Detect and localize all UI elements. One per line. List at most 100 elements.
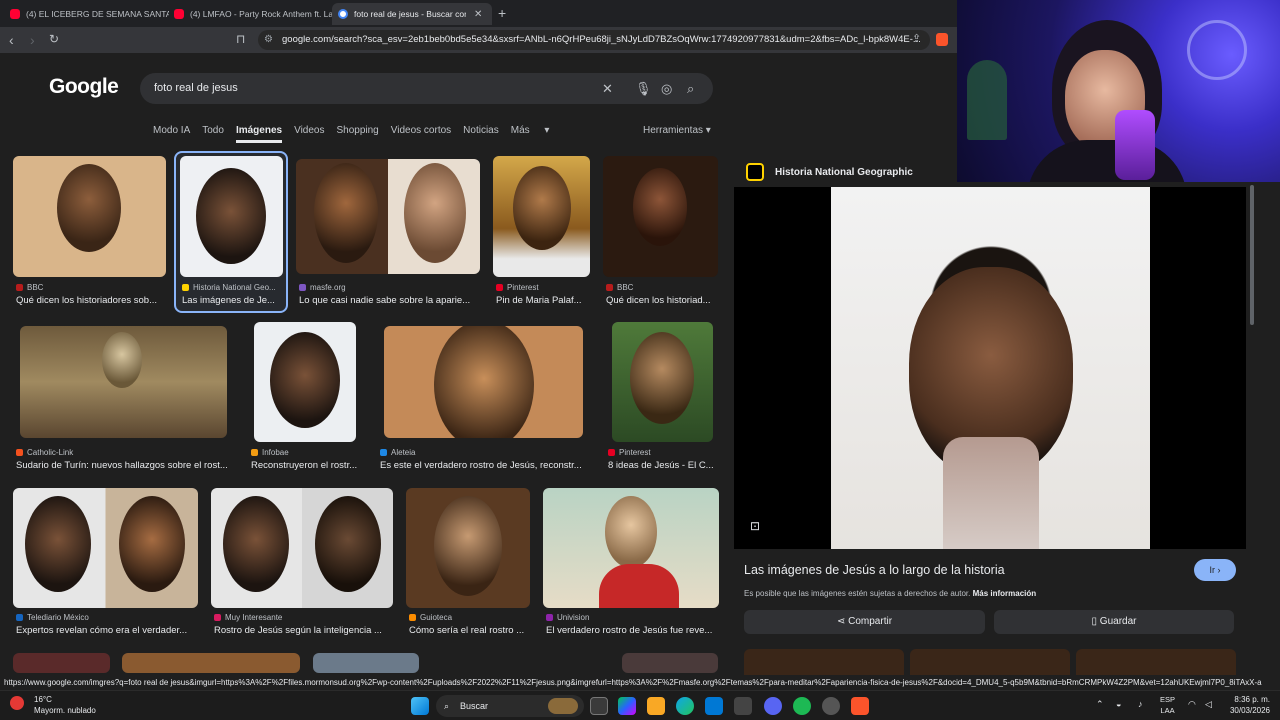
result-title[interactable]: Reconstruyeron el rostr... (251, 460, 361, 471)
site-settings-icon[interactable]: ⚙ (264, 30, 273, 50)
tab-mas[interactable]: Más ▾ (511, 125, 550, 143)
preview-source[interactable]: Historia National Geographic (746, 163, 913, 181)
discord-icon[interactable] (764, 697, 782, 715)
result-title[interactable]: Qué dicen los historiad... (606, 295, 718, 306)
store-icon[interactable] (734, 697, 752, 715)
search-box[interactable]: foto real de jesus ✕ 🎙 ◎ ⌕ (140, 73, 713, 104)
tab-todo[interactable]: Todo (202, 125, 224, 143)
task-view-icon[interactable] (590, 697, 608, 715)
new-tab-icon[interactable]: + (498, 5, 506, 21)
related-image[interactable] (744, 649, 904, 675)
result-source: Muy Interesante (214, 613, 394, 622)
tray-chevron-icon[interactable]: ⌃ (1096, 699, 1104, 710)
search-icon[interactable]: ⌕ (687, 73, 694, 104)
result-title[interactable]: Rostro de Jesús según la inteligencia ..… (214, 625, 394, 636)
address-bar[interactable]: ⚙ google.com/search?sca_esv=2eb1beb0bd5e… (258, 30, 930, 50)
result-thumbnail[interactable] (180, 156, 283, 277)
share-button[interactable]: ⋖ Compartir (744, 610, 985, 634)
result-thumbnail[interactable] (122, 653, 300, 673)
related-image[interactable] (910, 649, 1070, 675)
lens-icon[interactable]: ◎ (661, 73, 672, 104)
browser-tab-active[interactable]: foto real de jesus - Buscar con G ✕ (332, 3, 492, 25)
preview-title[interactable]: Las imágenes de Jesús a lo largo de la h… (744, 563, 1005, 577)
result-thumbnail[interactable] (254, 322, 356, 442)
search-icon: ⌕ (444, 701, 450, 711)
copilot-icon[interactable] (618, 697, 636, 715)
result-thumbnail[interactable] (622, 653, 718, 673)
result-thumbnail[interactable] (13, 156, 166, 277)
tab-shopping[interactable]: Shopping (336, 125, 378, 143)
save-button[interactable]: ▯ Guardar (994, 610, 1234, 634)
clear-icon[interactable]: ✕ (602, 73, 613, 104)
edge-icon[interactable] (676, 697, 694, 715)
wifi-icon[interactable]: ◠ (1188, 699, 1196, 710)
result-title[interactable]: Qué dicen los historiadores sob... (16, 295, 166, 306)
related-image[interactable] (1076, 649, 1236, 675)
preview-image[interactable] (831, 187, 1150, 549)
file-explorer-icon[interactable] (647, 697, 665, 715)
clock[interactable]: 8:36 p. m. 30/03/2026 (1230, 694, 1270, 716)
result-title[interactable]: Las imágenes de Je... (182, 295, 282, 306)
result-thumbnail[interactable] (296, 159, 480, 274)
tab-title: (4) LMFAO - Party Rock Anthem ft. La (190, 9, 333, 19)
tab-imagenes[interactable]: Imágenes (235, 125, 283, 143)
preview-scrollbar[interactable] (1250, 185, 1254, 325)
volume-icon[interactable]: ◁ (1205, 699, 1212, 710)
weather-widget[interactable]: 16°C Mayorm. nublado (10, 694, 96, 716)
reload-icon[interactable]: ↻ (49, 32, 59, 46)
tools-button[interactable]: Herramientas ▾ (643, 125, 711, 136)
share-icon[interactable]: ⇪ (912, 32, 921, 45)
result-thumbnail[interactable] (211, 488, 393, 608)
visit-button[interactable]: Ir › (1194, 559, 1236, 581)
close-icon[interactable]: ✕ (474, 9, 482, 20)
windows-start-icon[interactable] (411, 697, 429, 715)
spotify-icon[interactable] (793, 697, 811, 715)
bookmark-icon[interactable]: ⊓ (236, 32, 245, 46)
tab-videos-cortos[interactable]: Videos cortos (391, 125, 451, 143)
tab-modo-ia[interactable]: Modo IA (153, 125, 190, 143)
visit-label: Ir (1209, 565, 1216, 575)
weather-icon (10, 696, 24, 710)
result-thumbnail[interactable] (603, 156, 718, 277)
result-thumbnail[interactable] (20, 326, 227, 438)
result-thumbnail[interactable] (612, 322, 713, 442)
outlook-icon[interactable] (705, 697, 723, 715)
result-title[interactable]: Sudario de Turín: nuevos hallazgos sobre… (16, 460, 232, 471)
result-title[interactable]: Es este el verdadero rostro de Jesús, re… (380, 460, 585, 471)
result-source: Catholic-Link (16, 448, 226, 457)
result-thumbnail[interactable] (13, 488, 198, 608)
brave-shield-icon[interactable] (936, 33, 948, 46)
browser-tab[interactable]: (4) LMFAO - Party Rock Anthem ft. La (168, 3, 333, 25)
result-title[interactable]: Pin de Maria Palaf... (496, 295, 588, 306)
brave-icon[interactable] (851, 697, 869, 715)
steam-icon[interactable] (822, 697, 840, 715)
taskbar-search[interactable]: ⌕ Buscar (436, 695, 584, 717)
copyright-note: Es posible que las imágenes estén sujeta… (744, 589, 1036, 598)
result-title[interactable]: El verdadero rostro de Jesús fue reve... (546, 625, 718, 636)
tab-noticias[interactable]: Noticias (463, 125, 499, 143)
forward-icon[interactable]: › (30, 32, 35, 48)
result-title[interactable]: Lo que casi nadie sabe sobre la aparie..… (299, 295, 479, 306)
result-thumbnail[interactable] (313, 653, 419, 673)
result-thumbnail[interactable] (406, 488, 530, 608)
result-thumbnail[interactable] (384, 326, 583, 438)
back-icon[interactable]: ‹ (9, 32, 14, 48)
clock-date: 30/03/2026 (1229, 706, 1270, 715)
lens-search-icon[interactable]: ⊡ (750, 519, 760, 533)
result-title[interactable]: 8 ideas de Jesús - El C... (608, 460, 716, 471)
result-title[interactable]: Cómo sería el real rostro ... (409, 625, 531, 636)
result-thumbnail[interactable] (543, 488, 719, 608)
microphone-icon[interactable]: 🎙 (635, 73, 652, 104)
browser-tab[interactable]: (4) EL ICEBERG DE SEMANA SANTA - (4, 3, 169, 25)
preview-image-container[interactable]: ⊡ (734, 187, 1246, 549)
network-icon[interactable]: ◒ (1116, 699, 1121, 709)
tab-videos[interactable]: Videos (294, 125, 324, 143)
result-title[interactable]: Expertos revelan cómo era el verdader... (16, 625, 198, 636)
more-info-link[interactable]: Más información (973, 589, 1037, 598)
result-thumbnail[interactable] (493, 156, 590, 277)
search-input[interactable]: foto real de jesus (154, 82, 238, 94)
result-thumbnail[interactable] (13, 653, 110, 673)
google-logo[interactable]: Google (49, 75, 119, 99)
language-indicator[interactable]: ESP LAA (1160, 694, 1175, 716)
microphone-icon[interactable]: ♪ (1138, 699, 1143, 709)
